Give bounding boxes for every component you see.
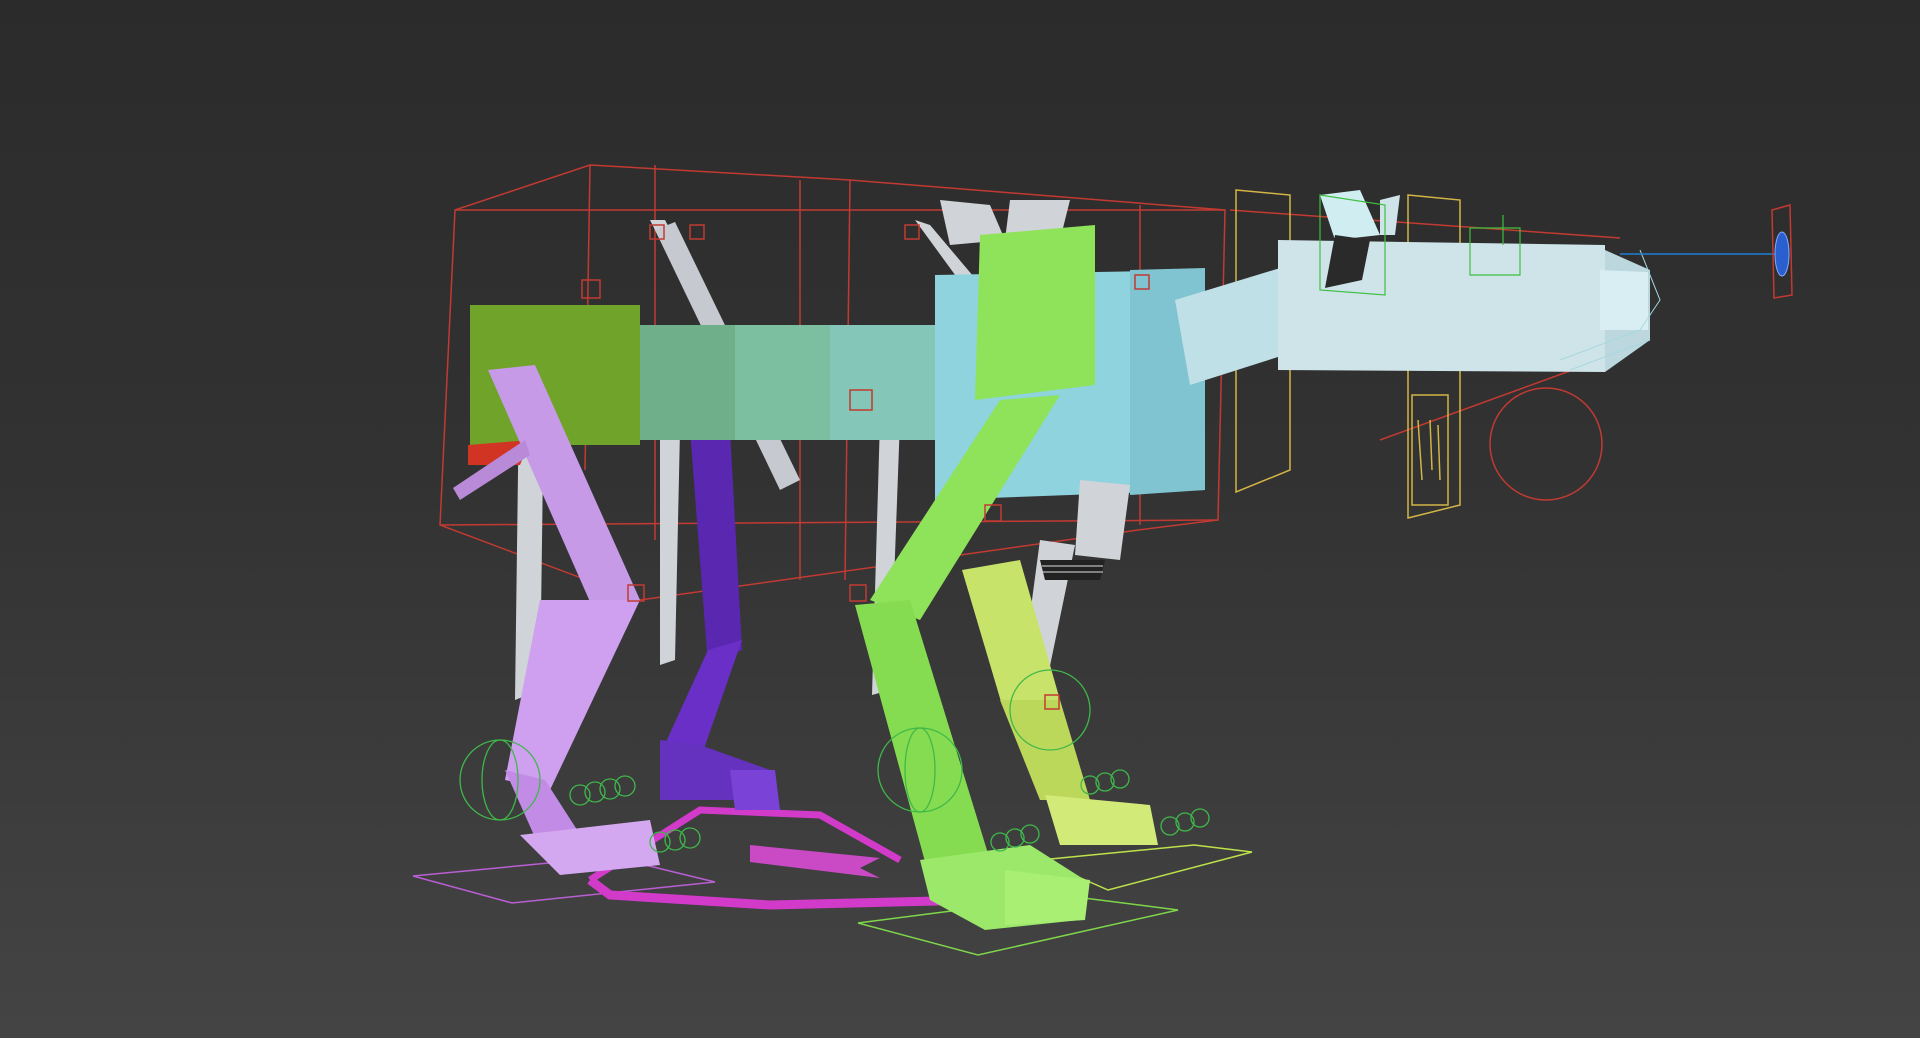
head-block[interactable] (1278, 240, 1605, 372)
scene-canvas[interactable] (0, 0, 1920, 1038)
shoulder-block[interactable] (975, 225, 1095, 400)
head[interactable] (1175, 190, 1661, 385)
perspective-viewport[interactable] (0, 0, 1920, 1038)
target-circle[interactable] (1489, 387, 1603, 501)
ear[interactable] (1320, 190, 1380, 240)
